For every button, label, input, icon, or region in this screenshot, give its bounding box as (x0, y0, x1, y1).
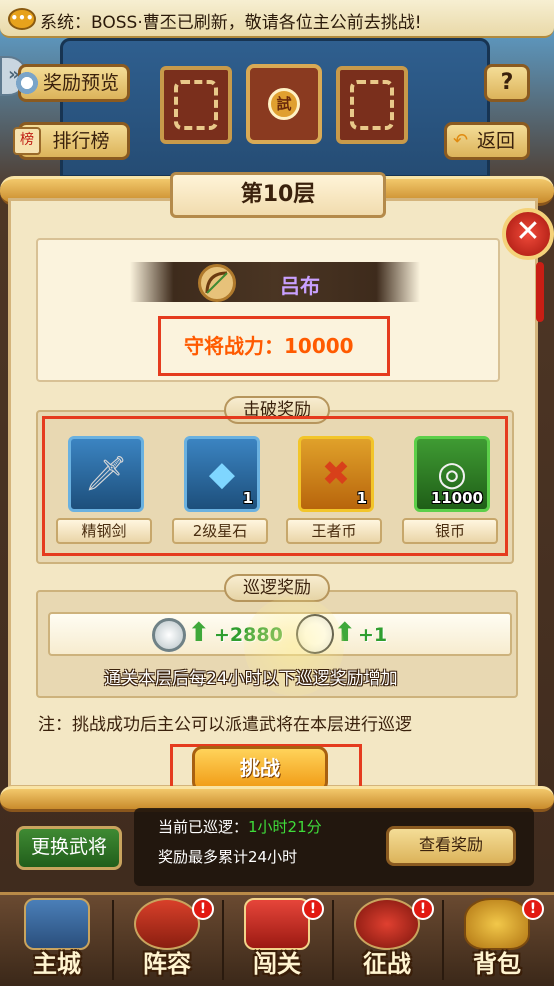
reward-label-king-coin: 王者币 (286, 518, 382, 544)
alert-badge: ! (412, 898, 434, 920)
reward-item-sword[interactable]: 🗡 (68, 436, 144, 512)
boss-name: 吕布 (280, 274, 320, 298)
magnifier-icon (13, 69, 41, 97)
patrol-note: 通关本层后每24小时以下巡逻奖励增加 (104, 669, 398, 689)
nav-label: 主城 (33, 950, 81, 978)
alert-badge: ! (522, 898, 544, 920)
close-button[interactable]: ✕ (502, 208, 554, 260)
ranking-scroll-icon: 榜 (13, 127, 41, 155)
current-patrol: 当前已巡逻：1小时21分 (158, 816, 322, 837)
reward-label-silver: 银币 (402, 518, 498, 544)
nav-lineup[interactable]: ! 阵容 (112, 892, 222, 986)
reward-item-silver[interactable]: ◎ 11000 (414, 436, 490, 512)
floor-title: 第10层 (170, 172, 386, 218)
nav-label: 背包 (473, 950, 521, 978)
view-reward-button[interactable]: 查看奖励 (386, 826, 516, 866)
ranking-button[interactable]: 榜 排行榜 (13, 122, 130, 160)
tower-seal-icon: 試 (268, 88, 300, 120)
alert-badge: ! (302, 898, 324, 920)
item-qty: 1 (242, 489, 253, 507)
item-qty: 11000 (430, 489, 483, 507)
nav-main-city[interactable]: 主城 (2, 892, 112, 986)
crossed-swords-icon (354, 898, 420, 950)
copper-coin-icon (152, 618, 186, 652)
back-button[interactable]: ↶ 返回 (444, 122, 530, 160)
reward-preview-label: 奖励预览 (42, 72, 119, 94)
reward-label-star-stone: 2级星石 (172, 518, 268, 544)
current-patrol-label: 当前已巡逻： (158, 818, 249, 836)
reward-preview-button[interactable]: 奖励预览 (13, 64, 130, 102)
tower-window-right (336, 66, 408, 144)
tower-window-left (160, 66, 232, 144)
item-qty: 1 (356, 489, 367, 507)
help-button[interactable]: ? (484, 64, 530, 102)
bag-icon (464, 898, 530, 950)
system-message: 系统：BOSS·曹丕已刷新，敬请各位主公前去挑战! (40, 13, 422, 33)
nav-campaign[interactable]: ! 征战 (332, 892, 442, 986)
nav-label: 阵容 (143, 950, 191, 978)
boss-name-strip (130, 262, 420, 302)
nav-bag[interactable]: ! 背包 (442, 892, 552, 986)
alert-badge: ! (192, 898, 214, 920)
current-patrol-value: 1小时21分 (248, 818, 322, 836)
reward-item-king-coin[interactable]: ✖ 1 (298, 436, 374, 512)
arrow-up-icon: ⬆ (188, 618, 210, 648)
max-patrol-text: 奖励最多累计24小时 (158, 848, 298, 866)
reward-label-sword: 精钢剑 (56, 518, 152, 544)
stage-scroll-icon (244, 898, 310, 950)
tassel-decoration (536, 262, 544, 322)
city-icon (24, 898, 90, 950)
back-arrow-icon: ↶ (453, 130, 469, 151)
nav-stage[interactable]: ! 闯关 (222, 892, 332, 986)
panda-bonus: +1 (358, 624, 388, 646)
change-general-button[interactable]: 更换武将 (16, 826, 122, 870)
nav-label: 闯关 (253, 950, 301, 978)
chat-bubble-icon: ••• (8, 8, 36, 30)
reward-item-star-stone[interactable]: ◆ 1 (184, 436, 260, 512)
patrol-dispatch-note: 注：挑战成功后主公可以派遣武将在本层进行巡逻 (38, 715, 412, 735)
bow-icon (198, 264, 236, 302)
ranking-label: 排行榜 (52, 130, 110, 152)
boss-power: 守将战力：10000 (184, 334, 354, 358)
nav-label: 征战 (363, 950, 411, 978)
sword-icon: 🗡 (84, 454, 128, 494)
lineup-icon (134, 898, 200, 950)
